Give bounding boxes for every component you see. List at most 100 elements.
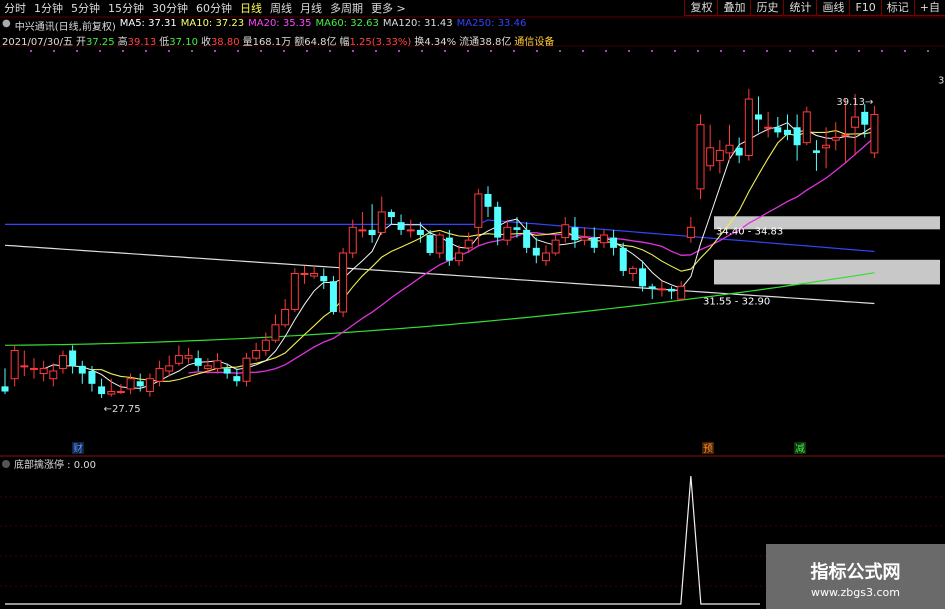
candle-5	[49, 363, 58, 387]
candle-body	[377, 211, 386, 233]
toolbar-button-2[interactable]: 历史	[750, 0, 784, 16]
toolbar-button-0[interactable]: 复权	[684, 0, 718, 16]
candle-72	[696, 114, 705, 200]
quote-date: 2021/07/30/五	[2, 37, 74, 48]
settings-icon[interactable]: ●	[2, 18, 11, 33]
candle-24	[233, 368, 241, 387]
candle-body	[348, 226, 357, 254]
candle-87	[841, 99, 850, 164]
toolbar-button-7[interactable]: +自	[913, 0, 945, 16]
candle-body	[281, 308, 290, 326]
candle-body	[98, 386, 106, 395]
tick-dot	[260, 50, 262, 52]
candle-body	[571, 227, 579, 241]
watermark-title: 指标公式网	[810, 562, 901, 583]
candle-body	[696, 124, 705, 190]
candle-21	[203, 358, 212, 374]
candle-10	[98, 378, 106, 398]
quote-item-label: 换	[414, 37, 425, 48]
quote-item-value: 37.10	[169, 37, 198, 48]
candle-30	[290, 268, 299, 312]
tick-dot	[306, 50, 308, 52]
candle-body	[715, 149, 724, 162]
candle-body	[668, 288, 676, 292]
candle-body	[610, 237, 618, 248]
ma-label-1: MA10: 37.23	[180, 18, 245, 29]
candle-6	[58, 350, 67, 374]
tick-dot	[467, 50, 469, 52]
ma20-line	[188, 136, 875, 374]
quote-item-4: 量168.1万	[243, 33, 292, 48]
candle-body	[725, 144, 734, 154]
timeframe-tab-7[interactable]: 周线	[266, 0, 296, 16]
tick-dot	[145, 50, 147, 52]
indicator-line	[5, 475, 760, 605]
candle-body	[706, 147, 715, 167]
candle-body	[744, 98, 753, 156]
candle-65	[628, 265, 637, 282]
sector-label: 通信设备	[514, 37, 555, 48]
candle-73	[706, 124, 715, 171]
candle-32	[310, 265, 319, 279]
candle-52	[503, 219, 512, 246]
candle-67	[648, 283, 656, 300]
candle-90	[870, 105, 879, 159]
tick-dot	[237, 50, 239, 52]
candle-body	[203, 365, 212, 369]
toolbar-button-3[interactable]: 统计	[783, 0, 817, 16]
candle-20	[194, 350, 202, 371]
toolbar-button-6[interactable]: 标记	[880, 0, 914, 16]
kline-chart[interactable]: 39.13→ ←27.75 34.40 - 34.83 31.55 - 32.90 3 财…	[0, 0, 945, 609]
candle-body	[116, 391, 125, 394]
marker-0: 财	[73, 442, 83, 455]
quote-item-value: 39.13	[127, 37, 157, 48]
timeframe-tab-4[interactable]: 30分钟	[148, 0, 192, 16]
low-label: ←27.75	[104, 404, 141, 415]
toolbar-button-5[interactable]: F10	[849, 0, 881, 16]
quote-item-label: 高	[117, 37, 128, 48]
ma-label-5: MA250: 33.46	[456, 18, 527, 29]
candle-body	[358, 229, 367, 232]
timeframe-tab-3[interactable]: 15分钟	[104, 0, 148, 16]
candle-74	[715, 140, 724, 174]
candle-body	[870, 113, 879, 154]
candle-78	[754, 96, 762, 133]
support-zone	[714, 259, 940, 285]
candle-71	[686, 217, 695, 243]
candle-body	[39, 367, 48, 375]
ma-label-0: MA5: 37.31	[119, 18, 177, 29]
candle-body	[628, 267, 637, 275]
tick-dot	[329, 50, 331, 52]
candle-50	[484, 186, 492, 218]
candle-86	[831, 122, 840, 151]
timeframe-tab-2[interactable]: 5分钟	[67, 0, 104, 16]
candle-1	[10, 345, 19, 387]
timeframe-tab-1[interactable]: 1分钟	[30, 0, 67, 16]
candle-8	[78, 360, 86, 384]
candle-46	[445, 229, 453, 266]
candle-14	[136, 373, 144, 392]
candle-body	[551, 239, 560, 254]
timeframe-tab-6[interactable]: 日线	[236, 0, 266, 16]
ma-label-4: MA120: 31.43	[382, 18, 453, 29]
timeframe-tab-9[interactable]: 多周期	[326, 0, 367, 16]
candle-51	[494, 201, 502, 246]
tick-dot	[283, 50, 285, 52]
candle-body	[464, 239, 473, 249]
indicator-label: 底部擒涨停 : 0.00	[14, 458, 96, 471]
candle-34	[329, 276, 337, 315]
quote-item-3: 收38.80	[201, 33, 240, 48]
timeframe-tab-5[interactable]: 60分钟	[192, 0, 236, 16]
candle-16	[155, 360, 164, 387]
toolbar-button-1[interactable]: 叠加	[717, 0, 751, 16]
timeframe-tab-10[interactable]: 更多 >	[367, 0, 410, 16]
candle-body	[657, 288, 666, 291]
toolbar: 复权 叠加 历史 统计 画线 F10 标记 +自	[684, 0, 945, 16]
quote-item-value: 38.80	[210, 37, 240, 48]
timeframe-tab-0[interactable]: 分时	[0, 0, 30, 16]
toolbar-button-4[interactable]: 画线	[816, 0, 850, 16]
quote-item-label: 开	[76, 37, 87, 48]
timeframe-tab-8[interactable]: 月线	[296, 0, 326, 16]
tick-dot	[582, 50, 584, 52]
candle-body	[793, 127, 801, 146]
